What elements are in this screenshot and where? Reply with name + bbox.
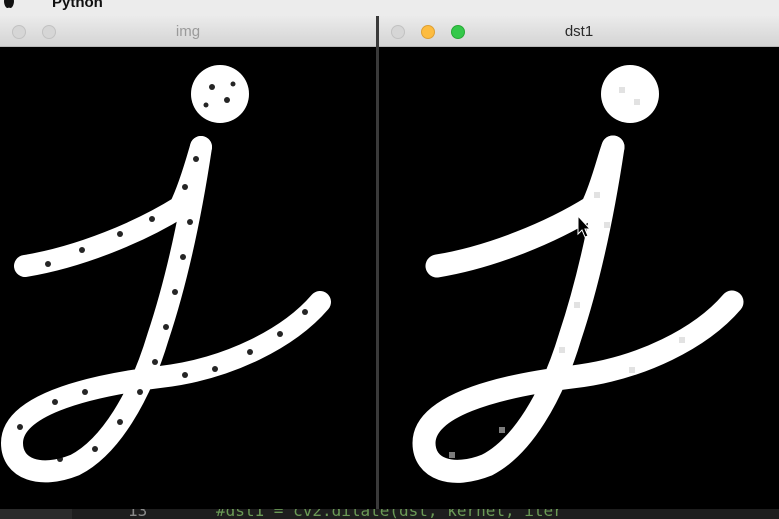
dst1-window: dst1 [379,16,779,509]
code-editor: 13 #dst1 = cv2.dilate(dst, kernel, iter [0,509,779,519]
dst1-window-titlebar[interactable]: dst1 [379,16,779,47]
menu-bar: Python [0,0,779,16]
code-line[interactable]: #dst1 = cv2.dilate(dst, kernel, iter [216,509,563,519]
letter-dot [601,65,659,123]
window-title: img [175,23,201,40]
img-canvas [0,47,376,509]
menu-app-name[interactable]: Python [52,0,103,11]
img-window: img [0,16,376,509]
window-title: dst1 [564,23,594,40]
dst1-canvas [379,47,779,509]
editor-gutter [0,509,72,519]
letter-dot [191,65,249,123]
img-window-titlebar[interactable]: img [0,16,376,47]
apple-logo-icon[interactable] [2,0,16,10]
line-number: 13 [128,509,148,519]
